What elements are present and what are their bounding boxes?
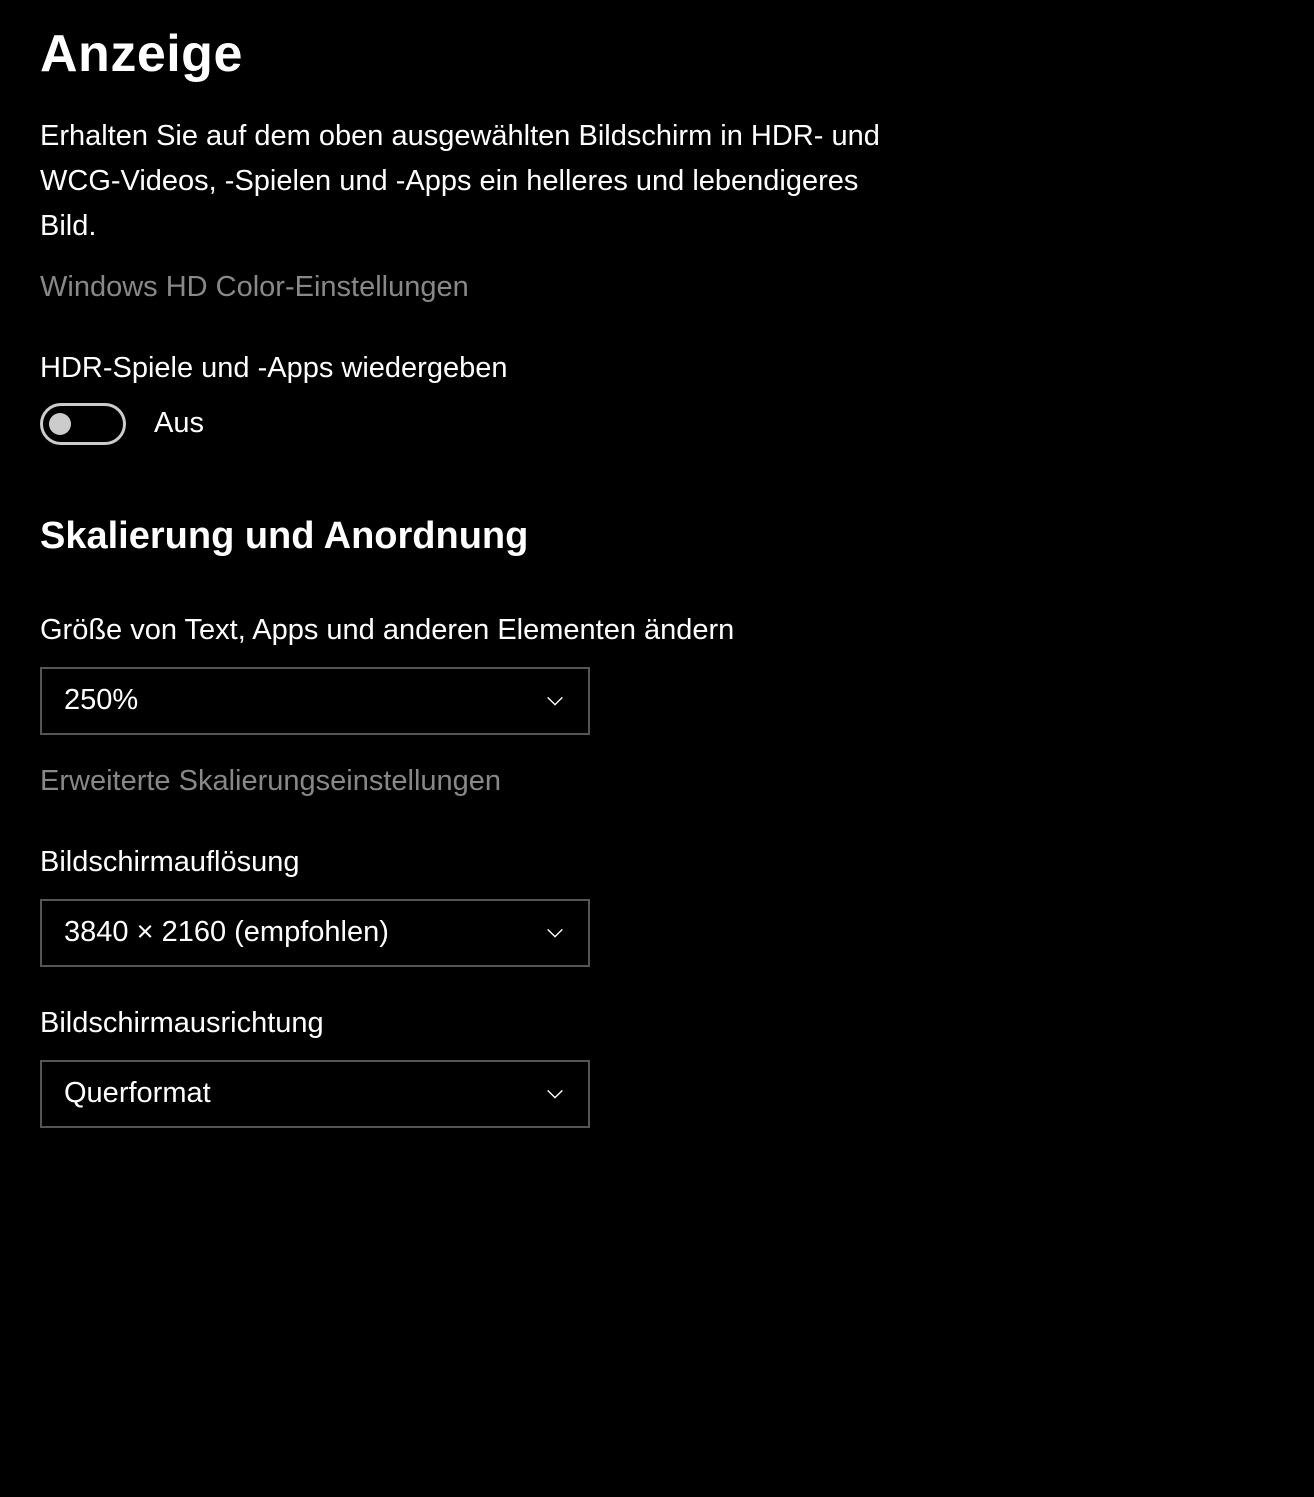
text-size-value: 250% bbox=[64, 684, 138, 717]
scaling-section-title: Skalierung und Anordnung bbox=[40, 515, 1274, 558]
hdr-toggle[interactable] bbox=[40, 403, 126, 445]
text-size-label: Größe von Text, Apps und anderen Element… bbox=[40, 614, 1274, 647]
resolution-label: Bildschirmauflösung bbox=[40, 846, 1274, 879]
chevron-down-icon bbox=[544, 922, 566, 944]
orientation-dropdown[interactable]: Querformat bbox=[40, 1060, 590, 1128]
hdr-description: Erhalten Sie auf dem oben ausgewählten B… bbox=[40, 114, 920, 249]
resolution-value: 3840 × 2160 (empfohlen) bbox=[64, 916, 389, 949]
chevron-down-icon bbox=[544, 1083, 566, 1105]
chevron-down-icon bbox=[544, 690, 566, 712]
orientation-value: Querformat bbox=[64, 1077, 211, 1110]
orientation-label: Bildschirmausrichtung bbox=[40, 1007, 1274, 1040]
hdr-toggle-state: Aus bbox=[154, 407, 204, 440]
hdr-toggle-label: HDR-Spiele und -Apps wiedergeben bbox=[40, 352, 1274, 385]
advanced-scaling-link[interactable]: Erweiterte Skalierungseinstellungen bbox=[40, 765, 1274, 798]
hd-color-settings-link[interactable]: Windows HD Color-Einstellungen bbox=[40, 271, 1274, 304]
page-title: Anzeige bbox=[40, 24, 1274, 84]
resolution-dropdown[interactable]: 3840 × 2160 (empfohlen) bbox=[40, 899, 590, 967]
toggle-knob-icon bbox=[49, 413, 71, 435]
text-size-dropdown[interactable]: 250% bbox=[40, 667, 590, 735]
